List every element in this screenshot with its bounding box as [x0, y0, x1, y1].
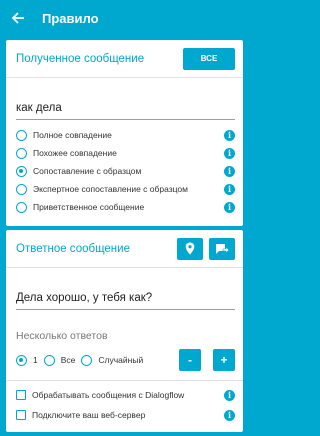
- match-option-welcome[interactable]: Приветственное сообщение i: [16, 198, 235, 216]
- page-title: Правило: [42, 10, 99, 26]
- location-button[interactable]: [177, 237, 203, 260]
- info-icon[interactable]: i: [224, 389, 235, 401]
- reply-message-card: Ответное сообщение Дела хорошо, у тебя к…: [6, 230, 243, 432]
- reply-header: Ответное сообщение: [6, 230, 243, 268]
- reply-header-label: Ответное сообщение: [16, 242, 130, 255]
- radio-all[interactable]: [43, 354, 55, 366]
- reply-message-input[interactable]: Дела хорошо, у тебя как?: [16, 280, 235, 310]
- options-checklist: Обрабатывать сообщения с Dialogflow i По…: [6, 381, 243, 425]
- webserver-option[interactable]: Подключите ваш веб-сервер i: [16, 405, 235, 425]
- radio-button[interactable]: [16, 147, 27, 159]
- radio-button[interactable]: [16, 129, 27, 141]
- received-message-card: Полученное сообщение ВСЕ как дела Полное…: [6, 40, 243, 226]
- multiple-replies-row: 1 Все Случайный - +: [6, 342, 243, 372]
- radio-random[interactable]: [81, 354, 93, 366]
- minus-button[interactable]: -: [179, 349, 201, 371]
- match-option-expert-pattern[interactable]: Экспертное сопоставление с образцом i: [16, 180, 235, 198]
- radio-button-selected[interactable]: [16, 165, 27, 177]
- app-bar: Правило: [0, 0, 249, 36]
- info-icon[interactable]: i: [224, 183, 235, 195]
- received-header-label: Полученное сообщение: [16, 52, 145, 65]
- match-option-pattern[interactable]: Сопоставление с образцом i: [16, 162, 235, 180]
- all-button[interactable]: ВСЕ: [183, 47, 235, 70]
- message-forward-icon: [216, 243, 229, 254]
- plus-button[interactable]: +: [213, 349, 235, 371]
- received-header: Полученное сообщение ВСЕ: [6, 40, 243, 78]
- info-icon[interactable]: i: [224, 201, 235, 213]
- info-icon[interactable]: i: [224, 165, 235, 177]
- back-button[interactable]: [0, 0, 36, 36]
- arrow-left-icon: [11, 12, 24, 24]
- received-message-input[interactable]: как дела: [16, 90, 235, 120]
- match-type-list: Полное совпадение i Похожее совпадение i…: [6, 120, 243, 216]
- radio-button[interactable]: [16, 183, 27, 195]
- dialogflow-option[interactable]: Обрабатывать сообщения с Dialogflow i: [16, 385, 235, 405]
- info-icon[interactable]: i: [224, 147, 235, 159]
- info-icon[interactable]: i: [224, 129, 235, 141]
- checkbox[interactable]: [16, 390, 26, 400]
- multiple-replies-label: Несколько ответов: [16, 330, 108, 342]
- radio-button[interactable]: [16, 201, 27, 213]
- location-pin-icon: [185, 242, 195, 255]
- match-option-similar[interactable]: Похожее совпадение i: [16, 144, 235, 162]
- forward-message-button[interactable]: [209, 237, 235, 260]
- checkbox[interactable]: [16, 410, 26, 420]
- match-option-exact[interactable]: Полное совпадение i: [16, 126, 235, 144]
- info-icon[interactable]: i: [224, 409, 235, 421]
- radio-one[interactable]: [16, 354, 27, 366]
